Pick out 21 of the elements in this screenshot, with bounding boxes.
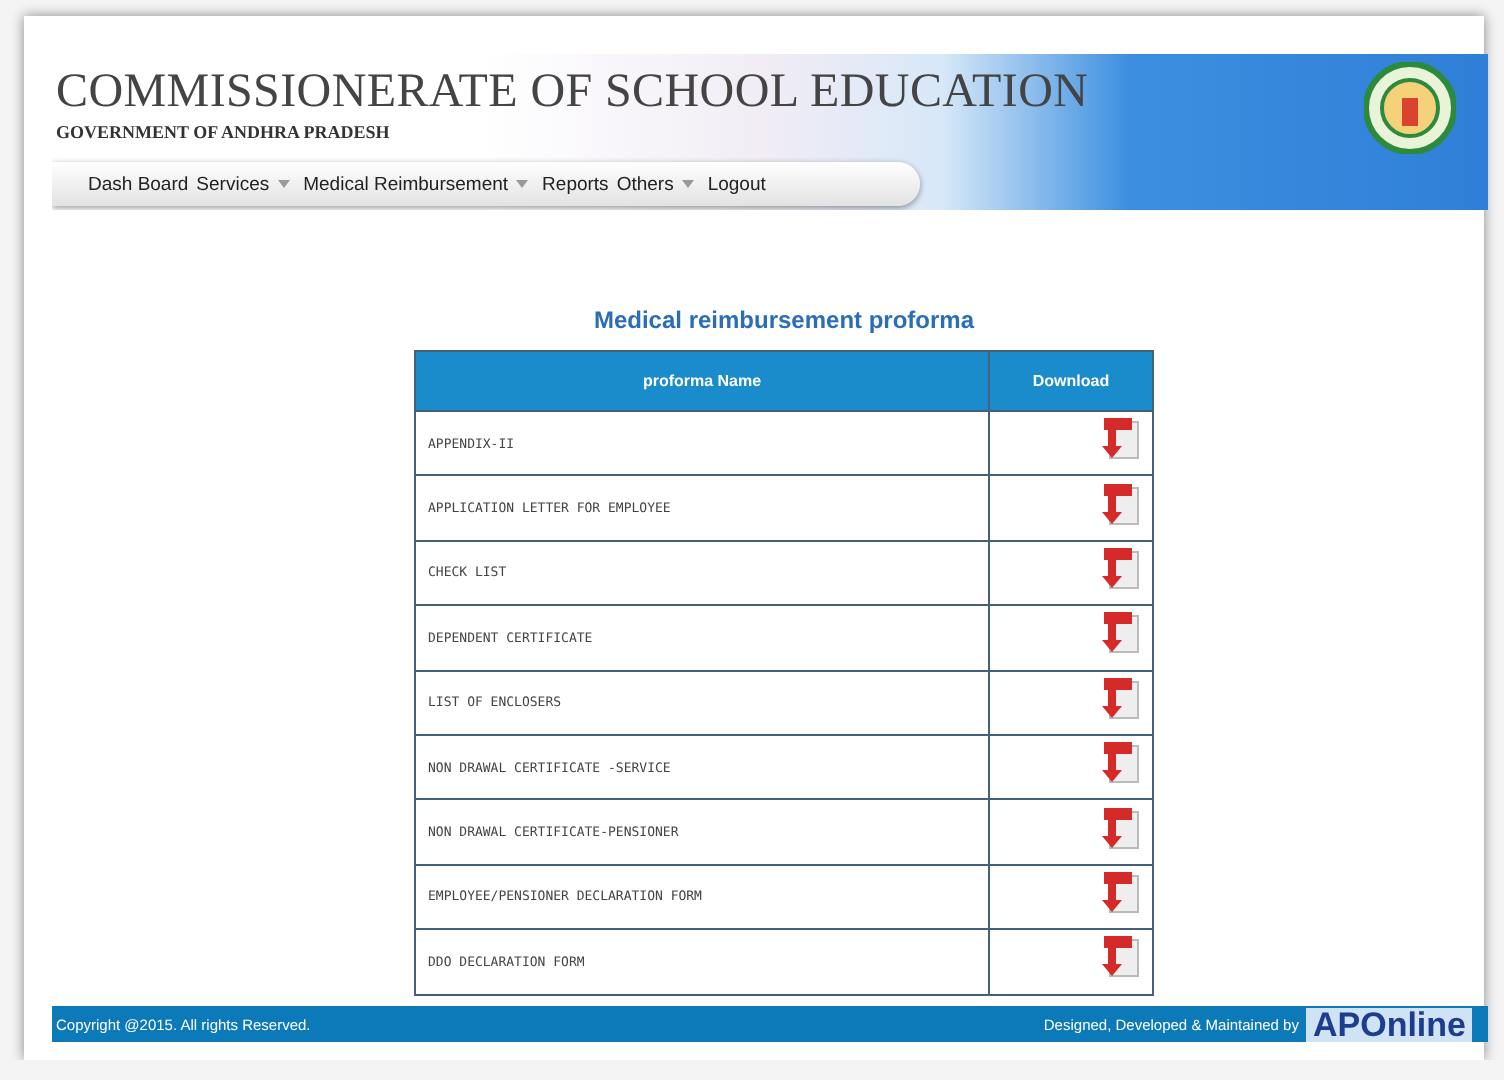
pdf-download-icon[interactable]: [1100, 805, 1140, 850]
pdf-download-icon[interactable]: [1100, 416, 1140, 461]
nav-link[interactable]: Others: [616, 173, 674, 195]
pdf-download-icon[interactable]: [1100, 481, 1140, 526]
pdf-download-icon[interactable]: [1100, 675, 1140, 720]
pdf-download-icon[interactable]: [1100, 545, 1140, 590]
logo: APOnline: [1306, 1007, 1472, 1041]
pdf-download-icon[interactable]: [1100, 610, 1140, 655]
nav-link[interactable]: Logout: [707, 173, 766, 195]
nav-link[interactable]: Services: [196, 173, 270, 195]
nav-link[interactable]: Medical Reimbursement: [303, 173, 509, 195]
page-title: Medical reimbursement proforma: [593, 306, 975, 334]
nav-link[interactable]: Reports: [542, 173, 609, 195]
nav-link[interactable]: Dash Board: [88, 173, 189, 195]
pdf-download-icon[interactable]: [1100, 740, 1140, 785]
column-header: proforma Name: [415, 351, 989, 411]
site-subtitle: GOVERNMENT OF ANDHRA PRADESH: [56, 122, 390, 142]
column-header: Download: [989, 351, 1153, 411]
emblem-icon: [1364, 62, 1456, 154]
pdf-download-icon[interactable]: [1100, 934, 1140, 979]
pdf-download-icon[interactable]: [1100, 869, 1140, 914]
